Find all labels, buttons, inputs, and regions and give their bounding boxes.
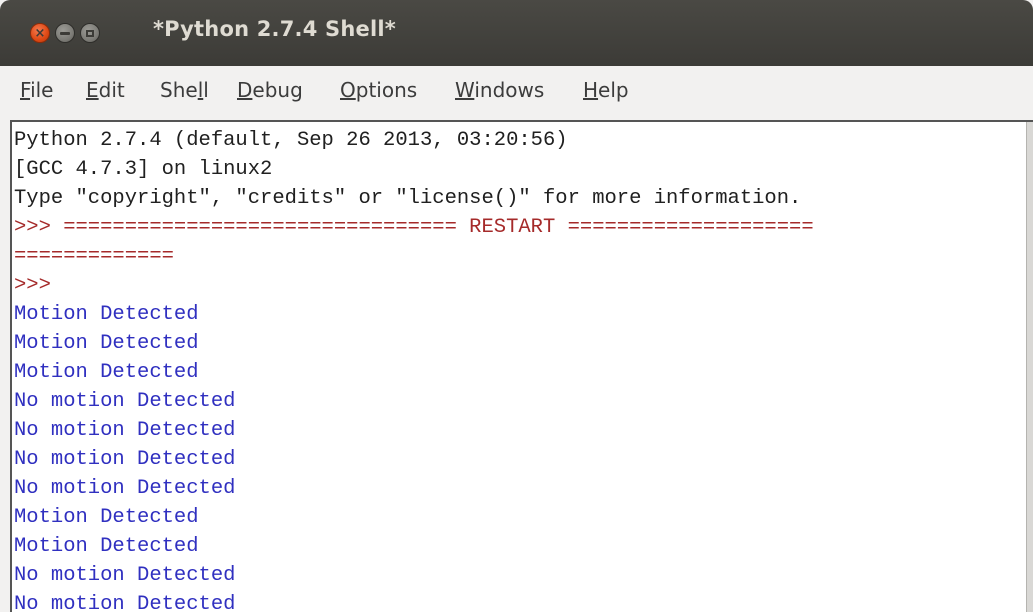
maximize-icon[interactable] [80,23,100,43]
close-icon[interactable]: × [30,23,50,43]
output-line: No motion Detected [14,593,236,612]
menu-edit[interactable]: Edit [86,78,125,102]
output-line: No motion Detected [14,477,236,500]
banner-line: [GCC 4.7.3] on linux2 [14,158,273,181]
window-title: *Python 2.7.4 Shell* [153,17,396,41]
menu-options[interactable]: Options [340,78,417,102]
shell-prompt: >>> [14,274,64,297]
output-line: No motion Detected [14,390,236,413]
restart-line: >>> ================================ RES… [14,216,814,239]
minimize-icon[interactable] [55,23,75,43]
output-line: No motion Detected [14,419,236,442]
idle-shell-window: × *Python 2.7.4 Shell* File Edit Shell D… [0,0,1033,612]
menu-help[interactable]: Help [583,78,629,102]
vertical-scrollbar[interactable] [1026,122,1033,612]
output-line: Motion Detected [14,361,199,384]
output-line: No motion Detected [14,564,236,587]
restart-line: ============= [14,245,174,268]
output-line: Motion Detected [14,332,199,355]
output-line: Motion Detected [14,303,199,326]
title-bar[interactable]: × *Python 2.7.4 Shell* [0,0,1033,66]
output-line: Motion Detected [14,535,199,558]
menu-windows[interactable]: Windows [455,78,544,102]
menu-file[interactable]: File [20,78,53,102]
output-line: No motion Detected [14,448,236,471]
menu-debug[interactable]: Debug [237,78,303,102]
banner-line: Python 2.7.4 (default, Sep 26 2013, 03:2… [14,129,568,152]
close-glyph: × [34,25,46,41]
menu-shell[interactable]: Shell [160,78,209,102]
output-line: Motion Detected [14,506,199,529]
banner-line: Type "copyright", "credits" or "license(… [14,187,802,210]
